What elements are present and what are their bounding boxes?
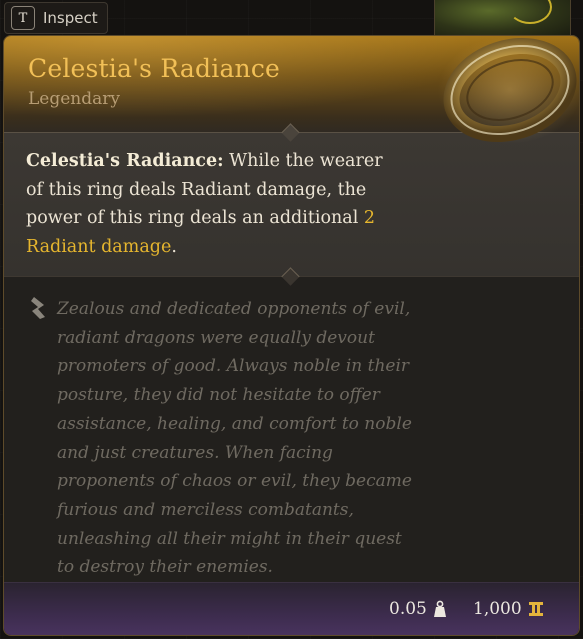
item-description: Celestia's Radiance: While the wearer of… [26, 147, 386, 261]
item-lore: Zealous and dedicated opponents of evil,… [57, 299, 412, 578]
gold-coin-icon [528, 602, 543, 616]
quill-icon [31, 297, 45, 319]
item-tooltip: Celestia's Radiance Legendary Celestia's… [3, 35, 580, 636]
ability-label: Celestia's Radiance: [26, 151, 224, 171]
gold-ring-icon [438, 36, 579, 144]
item-rarity: Legendary [28, 89, 120, 109]
price-value: 1,000 [473, 599, 522, 619]
inspect-hint[interactable]: T Inspect [4, 2, 108, 34]
weight-icon [433, 600, 446, 617]
item-price: 1,000 [473, 599, 544, 619]
background-portrait [434, 0, 571, 37]
lore-section: Zealous and dedicated opponents of evil,… [4, 267, 579, 583]
weight-value: 0.05 [389, 599, 427, 619]
keybind-key: T [11, 6, 35, 30]
item-description-section: Celestia's Radiance: While the wearer of… [4, 123, 579, 277]
tooltip-footer: 0.05 1,000 [4, 582, 579, 635]
item-name: Celestia's Radiance [28, 54, 281, 83]
item-weight: 0.05 [389, 599, 447, 619]
ability-text-end: . [171, 236, 177, 257]
inspect-label: Inspect [43, 9, 98, 27]
